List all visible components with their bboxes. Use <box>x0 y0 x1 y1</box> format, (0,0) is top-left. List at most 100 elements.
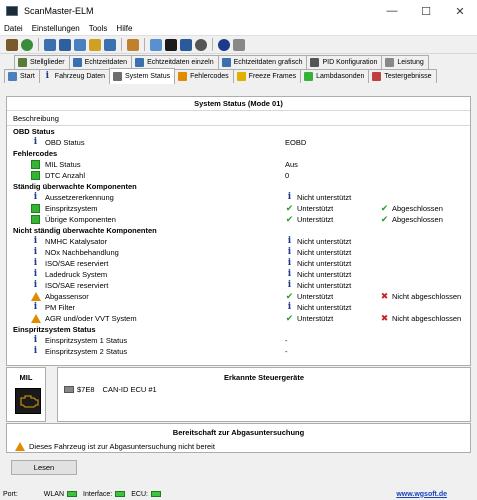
tab-fahrzeug-daten[interactable]: i Fahrzeug Daten <box>38 69 110 83</box>
support-status: Nicht unterstützt <box>297 270 352 279</box>
tab-pid-konfiguration[interactable]: PID Konfiguration <box>306 55 383 69</box>
realtime-single-icon <box>135 58 145 67</box>
record-icon[interactable] <box>195 38 207 51</box>
info-icon: i <box>33 236 38 246</box>
toolbar-separator <box>121 38 122 51</box>
info-icon: i <box>287 280 292 290</box>
completion-status: Abgeschlossen <box>392 215 443 224</box>
freeze-frame-icon[interactable] <box>89 38 101 51</box>
row-label: MIL Status <box>45 160 81 169</box>
menu-datei[interactable]: Datei <box>4 24 23 33</box>
section-noncontinuous-monitors: Nicht ständig überwachte Komponenten <box>13 226 157 235</box>
support-status: Unterstützt <box>297 292 334 301</box>
support-status: Nicht unterstützt <box>297 193 352 202</box>
row-label: ISO/SAE reserviert <box>45 259 109 268</box>
info-icon: i <box>33 302 38 312</box>
close-button[interactable]: ✕ <box>443 0 477 22</box>
info-icon: i <box>33 137 38 147</box>
menu-tools[interactable]: Tools <box>89 24 108 33</box>
tab-start[interactable]: Start <box>4 69 40 83</box>
support-status: Nicht unterstützt <box>297 281 352 290</box>
list-item: i OBD Status EOBD <box>7 137 470 148</box>
info-icon: i <box>33 280 38 290</box>
website-link[interactable]: www.wgsoft.de <box>396 491 447 498</box>
readiness-title: Bereitschaft zur Abgasuntersuchung <box>172 428 305 437</box>
app-window: ScanMaster-ELM — ☐ ✕ Datei Einstellungen… <box>0 0 477 500</box>
menu-einstellungen[interactable]: Einstellungen <box>32 24 80 33</box>
realtime-icon[interactable] <box>104 38 116 51</box>
ecu-name: CAN-ID ECU #1 <box>102 384 157 394</box>
completion-status: Nicht abgeschlossen <box>392 314 462 323</box>
row-value: Aus <box>285 160 298 169</box>
ecu-label: ECU: <box>131 490 148 498</box>
warning-icon <box>31 292 41 302</box>
connect-icon[interactable] <box>6 38 18 51</box>
toolbar-separator <box>38 38 39 51</box>
globe-icon[interactable] <box>21 38 33 51</box>
mil-panel: MIL <box>6 367 46 422</box>
info-icon: i <box>33 346 38 356</box>
report-icon[interactable] <box>127 38 139 51</box>
list-item: i ISO/SAE reserviert i Nicht unterstützt <box>7 258 470 269</box>
row-label: NMHC Katalysator <box>45 237 108 246</box>
check-icon: ✔ <box>380 214 389 224</box>
tab-leistung[interactable]: Leistung <box>381 55 429 69</box>
tab-row-bottom: Start i Fahrzeug Daten System Status Fehl… <box>4 68 473 84</box>
info-icon: i <box>287 302 292 312</box>
tab-testergebnisse[interactable]: Testergebnisse <box>368 69 437 83</box>
check-icon: ✔ <box>285 291 294 301</box>
menu-hilfe[interactable]: Hilfe <box>116 24 132 33</box>
stellglieder-icon <box>18 58 27 67</box>
row-value: EOBD <box>285 138 307 147</box>
check-icon: ✔ <box>285 214 294 224</box>
minimize-button[interactable]: — <box>375 0 409 22</box>
list-item: Übrige Komponenten ✔ Unterstützt ✔ Abges… <box>7 214 470 225</box>
dtc-icon[interactable] <box>74 38 86 51</box>
tab-lambdasonden[interactable]: Lambdasonden <box>300 69 370 83</box>
ecu-id: $7E8 <box>77 384 95 394</box>
warning-icon <box>178 72 188 81</box>
test-results-icon <box>372 72 382 81</box>
wlan-led-icon <box>67 491 78 497</box>
ecu-icon <box>64 385 74 393</box>
tab-stellglieder[interactable]: Stellglieder <box>14 55 70 69</box>
terminal-icon[interactable] <box>165 38 177 51</box>
tab-echtzeitdaten-grafisch[interactable]: Echtzeitdaten grafisch <box>217 55 308 69</box>
cross-icon: ✖ <box>380 313 389 323</box>
monitor-icon[interactable] <box>150 38 162 51</box>
car-data-icon[interactable] <box>44 38 56 51</box>
row-label: Übrige Komponenten <box>45 215 116 224</box>
status-icon[interactable] <box>59 38 71 51</box>
info-icon: i <box>33 247 38 257</box>
check-engine-icon <box>15 388 41 414</box>
realtime-data-icon <box>72 58 82 67</box>
tab-echtzeitdaten-einzeln[interactable]: Echtzeitdaten einzeln <box>131 55 219 69</box>
section-continuous-monitors: Ständig überwachte Komponenten <box>13 182 137 191</box>
exit-icon[interactable] <box>233 38 245 51</box>
ecu-led-icon <box>150 491 161 497</box>
list-item: AGR und/oder VVT System ✔ Unterstützt ✖ … <box>7 313 470 324</box>
support-status: Unterstützt <box>297 204 334 213</box>
list-item: DTC Anzahl 0 <box>7 170 470 181</box>
support-status: Nicht unterstützt <box>297 237 352 246</box>
row-label: Einspritzsystem <box>45 204 98 213</box>
app-icon <box>6 6 18 16</box>
info-icon: i <box>287 192 292 202</box>
toolbar <box>0 36 477 54</box>
tab-fehlercodes[interactable]: Fehlercodes <box>174 69 234 83</box>
read-button[interactable]: Lesen <box>11 460 77 475</box>
tab-system-status[interactable]: System Status <box>109 68 176 84</box>
tab-echtzeitdaten[interactable]: Echtzeitdaten <box>68 55 133 69</box>
tab-freeze-frames[interactable]: Freeze Frames <box>232 69 302 83</box>
maximize-button[interactable]: ☐ <box>409 0 443 22</box>
info-icon: i <box>33 269 38 279</box>
check-icon: ✔ <box>380 203 389 213</box>
vehicle-info-icon: i <box>45 71 49 81</box>
screen-icon[interactable] <box>180 38 192 51</box>
ok-status-icon <box>31 215 40 224</box>
info-icon[interactable] <box>218 38 230 51</box>
readiness-message-row: Dieses Fahrzeug ist zur Abgasuntersuchun… <box>15 441 215 451</box>
freeze-frames-icon <box>236 72 246 81</box>
list-item: i NOx Nachbehandlung i Nicht unterstützt <box>7 247 470 258</box>
support-status: Nicht unterstützt <box>297 259 352 268</box>
